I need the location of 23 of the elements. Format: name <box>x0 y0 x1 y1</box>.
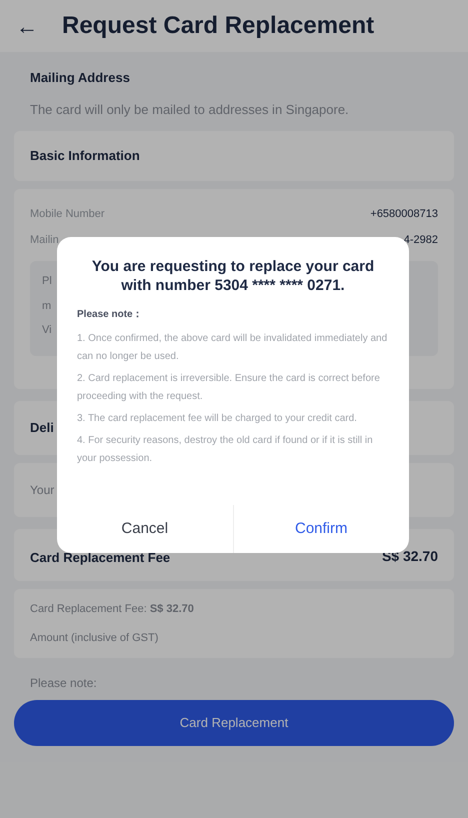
delivery-text: Your <box>30 482 54 499</box>
note-label: Please note: <box>29 675 98 692</box>
section-title: Mailing Address <box>30 69 131 87</box>
dialog-note-label: Please note： <box>76 308 144 322</box>
section-title: Basic Information <box>30 147 140 166</box>
page-title: Request Card Replacement <box>62 11 374 41</box>
section-subtitle: The card will only be mailed to addresses in Singapore. <box>30 100 350 119</box>
address-text: Pl <box>42 274 52 289</box>
dialog-note: 2. Card replacement is irreversible. Ensure the card is correct before proceeding with the request. <box>77 372 381 404</box>
fee-note: Amount (inclusive of GST) <box>30 630 160 646</box>
address-text: Vi <box>42 323 52 338</box>
info-value: +6580008713 <box>370 206 438 222</box>
dialog-note: 4. For security reasons, destroy the old card if found or if it is still in your possession. <box>77 434 374 466</box>
address-text: m <box>42 298 52 314</box>
info-label: Mailin <box>30 232 59 248</box>
back-button[interactable]: ← <box>16 10 38 42</box>
card-replacement-button[interactable]: Card Replacement <box>14 700 454 746</box>
dialog-note: 3. The card replacement fee will be charged to your credit card. <box>77 412 358 426</box>
dialog-note: 1. Once confirmed, the above card will be invalidated immediately and can no longer be used. <box>77 332 388 364</box>
fee-detail: Card Replacement Fee: S$ 32.70 <box>30 602 195 617</box>
info-value: 4-2982 <box>404 232 438 248</box>
section-title: Deli <box>30 419 54 438</box>
info-label: Mobile Number <box>30 206 105 222</box>
